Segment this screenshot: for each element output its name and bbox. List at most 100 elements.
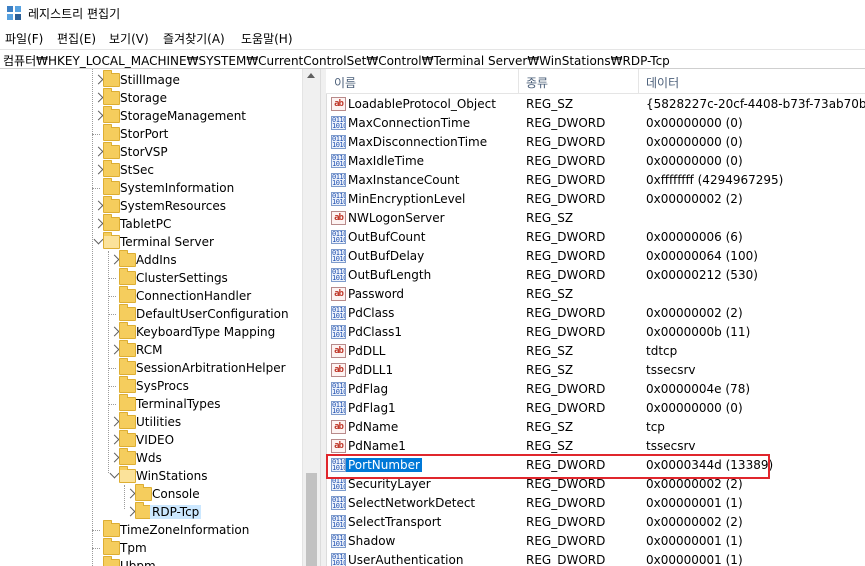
value-row[interactable]: 0110 1010 MaxInstanceCount REG_DWORD 0xffff… [326, 171, 865, 190]
tree-node-label[interactable]: DefaultUserConfiguration [136, 307, 289, 321]
value-row[interactable]: 0110 1010 MaxDisconnectionTime REG_DWORD 0x… [326, 133, 865, 152]
value-row[interactable]: 0110 1010 MaxConnectionTime REG_DWORD 0x000… [326, 114, 865, 133]
value-row[interactable]: 0110 1010 UserAuthentication REG_DWORD 0x00… [326, 551, 865, 566]
tree-node-label[interactable]: TabletPC [120, 217, 171, 231]
tree-node-label[interactable]: ClusterSettings [136, 271, 228, 285]
value-row[interactable]: 0110 1010 PdFlag REG_DWORD 0x0000004e (78) [326, 380, 865, 399]
menu-view[interactable]: 보기(V) [109, 30, 149, 47]
value-name[interactable]: OutBufLength [348, 268, 431, 282]
tree-node[interactable]: SysProcs [0, 376, 300, 395]
value-row[interactable]: ab PdDLL1 REG_SZ tssecsrv [326, 361, 865, 380]
tree-node-label[interactable]: Terminal Server [120, 235, 214, 249]
menu-edit[interactable]: 편집(E) [57, 30, 96, 47]
value-row[interactable]: 0110 1010 OutBufLength REG_DWORD 0x00000212… [326, 266, 865, 285]
value-row[interactable]: 0110 1010 PdFlag1 REG_DWORD 0x00000000 (0) [326, 399, 865, 418]
value-row[interactable]: 0110 1010 MaxIdleTime REG_DWORD 0x00000000 … [326, 152, 865, 171]
column-header-data[interactable]: 데이터 [646, 74, 679, 91]
chevron-right-icon[interactable] [93, 74, 104, 85]
chevron-right-icon[interactable] [93, 92, 104, 103]
value-row[interactable]: ab LoadableProtocol_Object REG_SZ {5828227c… [326, 95, 865, 114]
tree-node[interactable]: StorageManagement [0, 106, 300, 125]
tree-node[interactable]: RCM [0, 340, 300, 359]
tree-node-label[interactable]: AddIns [136, 253, 177, 267]
column-separator[interactable] [638, 69, 639, 93]
menu-help[interactable]: 도움말(H) [241, 30, 293, 47]
tree-node-label[interactable]: VIDEO [136, 433, 174, 447]
chevron-right-icon[interactable] [93, 164, 104, 175]
chevron-right-icon[interactable] [109, 452, 120, 463]
chevron-down-icon[interactable] [109, 468, 120, 479]
tree-node-label[interactable]: SessionArbitrationHelper [136, 361, 286, 375]
value-name[interactable]: UserAuthentication [348, 553, 463, 566]
value-name[interactable]: PdDLL [348, 344, 385, 358]
tree-node-label[interactable]: StillImage [120, 73, 180, 87]
chevron-right-icon[interactable] [93, 146, 104, 157]
value-row[interactable]: ab PdName REG_SZ tcp [326, 418, 865, 437]
value-name[interactable]: PdFlag [348, 382, 388, 396]
value-row[interactable]: 0110 1010 SecurityLayer REG_DWORD 0x0000000… [326, 475, 865, 494]
tree-node[interactable]: SessionArbitrationHelper [0, 358, 300, 377]
chevron-right-icon[interactable] [93, 218, 104, 229]
chevron-right-icon[interactable] [109, 416, 120, 427]
tree-node-label[interactable]: ConnectionHandler [136, 289, 251, 303]
key-tree[interactable]: StillImage Storage StorageManagement StorPo… [0, 69, 302, 566]
value-name[interactable]: MinEncryptionLevel [348, 192, 465, 206]
value-row[interactable]: ab PdDLL REG_SZ tdtcp [326, 342, 865, 361]
tree-node-label[interactable]: Wds [136, 451, 162, 465]
value-name[interactable]: PdName1 [348, 439, 406, 453]
tree-node[interactable]: RDP-Tcp [0, 502, 300, 521]
value-row[interactable]: 0110 1010 PdClass1 REG_DWORD 0x0000000b (11… [326, 323, 865, 342]
tree-node-label[interactable]: KeyboardType Mapping [136, 325, 275, 339]
value-name[interactable]: PdFlag1 [348, 401, 396, 415]
tree-node[interactable]: Terminal Server [0, 232, 300, 251]
tree-node-label[interactable]: StorageManagement [120, 109, 246, 123]
value-name[interactable]: LoadableProtocol_Object [348, 97, 496, 111]
value-name[interactable]: MaxDisconnectionTime [348, 135, 487, 149]
tree-node[interactable]: TabletPC [0, 214, 300, 233]
value-name[interactable]: MaxConnectionTime [348, 116, 470, 130]
tree-node-label[interactable]: Storage [120, 91, 167, 105]
address-path[interactable]: 컴퓨터₩HKEY_LOCAL_MACHINE₩SYSTEM₩CurrentCon… [3, 52, 670, 69]
tree-node-label[interactable]: SystemInformation [120, 181, 234, 195]
chevron-right-icon[interactable] [93, 200, 104, 211]
value-row[interactable]: 0110 1010 MinEncryptionLevel REG_DWORD 0x00… [326, 190, 865, 209]
tree-node[interactable]: Utilities [0, 412, 300, 431]
tree-node-label[interactable]: SystemResources [120, 199, 226, 213]
value-row[interactable]: 0110 1010 OutBufDelay REG_DWORD 0x00000064 … [326, 247, 865, 266]
tree-node-label[interactable]: TerminalTypes [136, 397, 221, 411]
tree-node-label[interactable]: StorPort [120, 127, 168, 141]
menu-favorites[interactable]: 즐겨찾기(A) [163, 30, 225, 47]
value-row[interactable]: 0110 1010 SelectNetworkDetect REG_DWORD 0x0… [326, 494, 865, 513]
value-name[interactable]: PdName [348, 420, 398, 434]
value-row[interactable]: 0110 1010 OutBufCount REG_DWORD 0x00000006 … [326, 228, 865, 247]
menu-file[interactable]: 파일(F) [5, 30, 43, 47]
value-row[interactable]: ab PdName1 REG_SZ tssecsrv [326, 437, 865, 456]
chevron-right-icon[interactable] [109, 434, 120, 445]
chevron-right-icon[interactable] [125, 506, 136, 517]
value-name[interactable]: SelectTransport [348, 515, 441, 529]
tree-node-label[interactable]: RDP-Tcp [150, 505, 202, 519]
tree-node-label[interactable]: Tpm [120, 541, 147, 555]
value-name[interactable]: Shadow [348, 534, 395, 548]
value-row[interactable]: 0110 1010 PdClass REG_DWORD 0x00000002 (2) [326, 304, 865, 323]
tree-node-label[interactable]: Ubpm [120, 559, 156, 566]
chevron-right-icon[interactable] [109, 344, 120, 355]
tree-node[interactable]: KeyboardType Mapping [0, 322, 300, 341]
value-name[interactable]: PdDLL1 [348, 363, 393, 377]
tree-node[interactable]: StSec [0, 160, 300, 179]
value-row[interactable]: ab Password REG_SZ [326, 285, 865, 304]
value-row[interactable]: 0110 1010 SelectTransport REG_DWORD 0x00000… [326, 513, 865, 532]
tree-node[interactable]: StillImage [0, 70, 300, 89]
scroll-up-arrow-icon[interactable] [307, 73, 315, 78]
value-row[interactable]: ab NWLogonServer REG_SZ [326, 209, 865, 228]
tree-node[interactable]: SystemResources [0, 196, 300, 215]
values-list[interactable]: 이름 종류 데이터 ab LoadableProtocol_Object REG_S… [326, 69, 865, 566]
value-row[interactable]: 0110 1010 Shadow REG_DWORD 0x00000001 (1) [326, 532, 865, 551]
chevron-right-icon[interactable] [93, 110, 104, 121]
chevron-right-icon[interactable] [125, 488, 136, 499]
tree-node-label[interactable]: Console [152, 487, 200, 501]
tree-node-label[interactable]: StSec [120, 163, 154, 177]
value-name[interactable]: MaxInstanceCount [348, 173, 460, 187]
tree-node[interactable]: Storage [0, 88, 300, 107]
tree-node[interactable]: DefaultUserConfiguration [0, 304, 300, 323]
